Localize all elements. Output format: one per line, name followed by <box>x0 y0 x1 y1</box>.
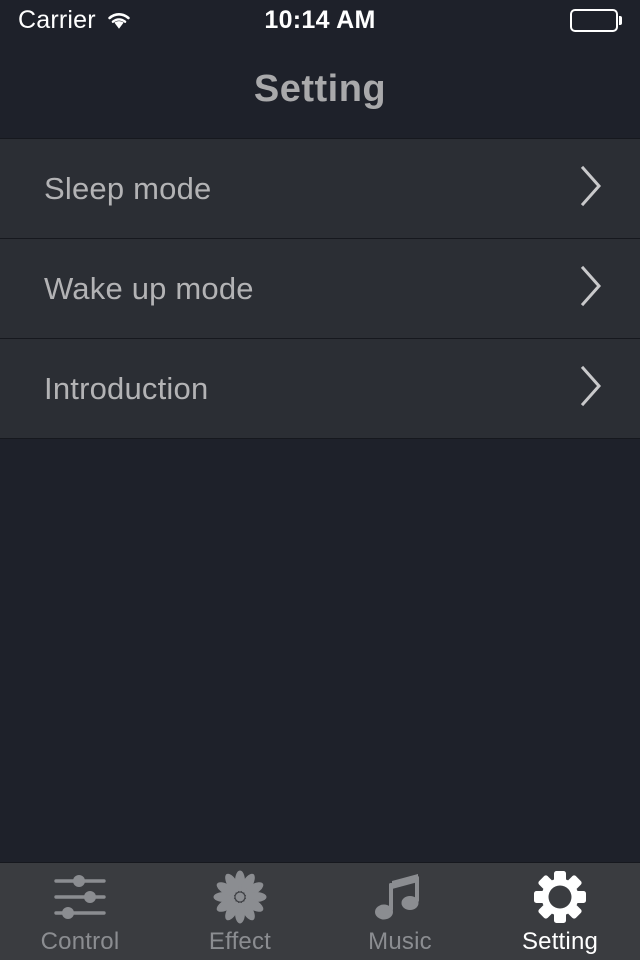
tab-label: Music <box>368 928 432 955</box>
tab-control[interactable]: Control <box>0 863 160 960</box>
flower-burst-icon <box>213 870 267 924</box>
nav-bar: Setting <box>0 40 640 138</box>
carrier-label: Carrier <box>18 5 96 34</box>
list-item-label: Wake up mode <box>44 270 254 306</box>
clock-label: 10:14 AM <box>264 5 376 34</box>
status-bar: Carrier 10:14 AM <box>0 0 640 40</box>
list-item-label: Sleep mode <box>44 170 212 206</box>
chevron-right-icon <box>576 363 606 414</box>
music-note-icon <box>375 871 425 923</box>
tab-setting[interactable]: Setting <box>480 863 640 960</box>
list-item-sleep-mode[interactable]: Sleep mode <box>0 139 640 239</box>
list-item-label: Introduction <box>44 370 209 406</box>
tab-label: Control <box>40 928 120 955</box>
tab-music[interactable]: Music <box>320 863 480 960</box>
list-item-introduction[interactable]: Introduction <box>0 339 640 439</box>
list-item-wake-up-mode[interactable]: Wake up mode <box>0 239 640 339</box>
chevron-right-icon <box>576 263 606 314</box>
status-bar-center: 10:14 AM <box>264 6 375 35</box>
status-bar-right <box>376 8 622 32</box>
tab-effect[interactable]: Effect <box>160 863 320 960</box>
tab-bar: Control Effect Music Setting <box>0 862 640 960</box>
sliders-icon <box>51 871 109 923</box>
settings-list: Sleep mode Wake up mode Introduction <box>0 138 640 439</box>
chevron-right-icon <box>576 163 606 214</box>
app-root: Carrier 10:14 AM Setting Sleep mode Wake… <box>0 0 640 960</box>
gear-icon <box>533 871 587 923</box>
page-title: Setting <box>253 67 387 110</box>
wifi-icon <box>106 10 132 30</box>
content-area <box>0 439 640 862</box>
tab-label: Effect <box>208 928 272 955</box>
battery-full-icon <box>569 8 622 32</box>
tab-label: Setting <box>521 928 599 955</box>
status-bar-left: Carrier <box>18 6 264 35</box>
